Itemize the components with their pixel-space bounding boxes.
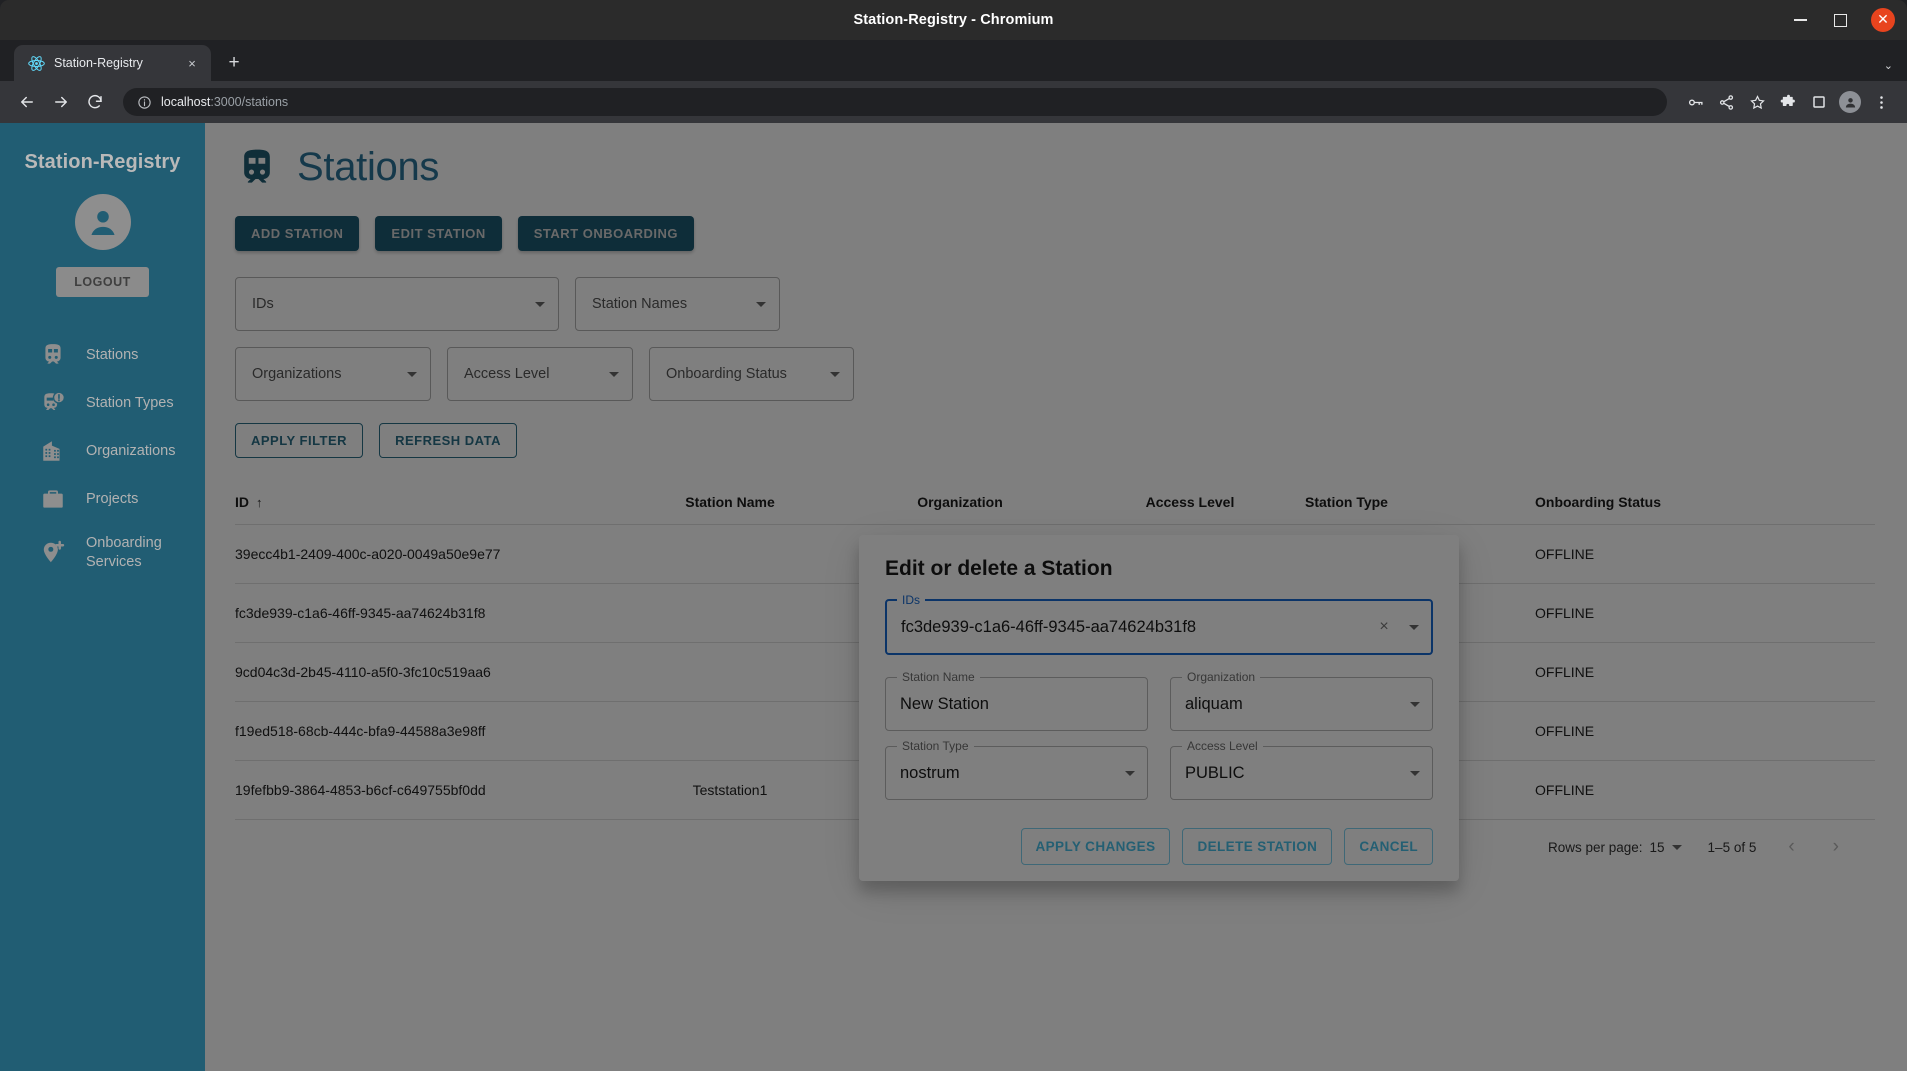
train-icon: [40, 342, 66, 368]
sidebar-item-label: Projects: [86, 490, 139, 507]
browser-window: Station-Registry - Chromium ✕ Station-Re…: [0, 0, 1907, 1071]
window-title: Station-Registry - Chromium: [853, 12, 1054, 28]
building-icon: [40, 438, 66, 464]
back-arrow-icon[interactable]: [12, 87, 42, 117]
sidebar-item-label: Organizations: [86, 442, 176, 459]
sidebar-brand: Station-Registry: [24, 151, 181, 173]
map-pin-plus-icon: [40, 540, 66, 566]
train-alert-icon: [40, 390, 66, 416]
page-viewport: Station-Registry LOGOUT Stations Station…: [0, 123, 1907, 1071]
sidebar-item-stations[interactable]: Stations: [0, 331, 205, 379]
sidebar-item-label: Station Types: [86, 394, 174, 411]
sidebar-item-label: Onboarding Services: [86, 535, 162, 570]
react-icon: [28, 55, 45, 72]
logout-button[interactable]: LOGOUT: [56, 267, 149, 297]
profile-avatar-icon[interactable]: [1836, 88, 1864, 116]
reload-icon[interactable]: [80, 87, 110, 117]
url-path: :3000/stations: [210, 95, 289, 109]
sidebar-item-projects[interactable]: Projects: [0, 475, 205, 523]
browser-tab[interactable]: Station-Registry ×: [14, 45, 211, 81]
tab-title: Station-Registry: [54, 56, 143, 70]
share-icon[interactable]: [1712, 88, 1740, 116]
address-bar-url: localhost:3000/stations: [161, 95, 288, 109]
extensions-puzzle-icon[interactable]: [1774, 88, 1802, 116]
minimize-icon[interactable]: [1791, 11, 1809, 29]
tab-close-icon[interactable]: ×: [183, 54, 201, 72]
sidebar-item-station-types[interactable]: Station Types: [0, 379, 205, 427]
sidebar-item-organizations[interactable]: Organizations: [0, 427, 205, 475]
url-host: localhost: [161, 95, 211, 109]
toolbar-actions: [1681, 88, 1895, 116]
sidebar-nav: Stations Station Types Organizations Pro…: [0, 331, 205, 583]
close-icon[interactable]: ✕: [1871, 8, 1895, 32]
sidebar-item-label: Stations: [86, 346, 139, 363]
window-titlebar: Station-Registry - Chromium ✕: [0, 0, 1907, 40]
briefcase-icon: [40, 486, 66, 512]
password-key-icon[interactable]: [1681, 88, 1709, 116]
sidebar: Station-Registry LOGOUT Stations Station…: [0, 123, 205, 1071]
address-bar[interactable]: localhost:3000/stations: [123, 88, 1667, 116]
tab-list-chevron-down-icon[interactable]: ⌄: [1884, 59, 1893, 72]
site-info-icon[interactable]: [137, 95, 152, 110]
side-panel-icon[interactable]: [1805, 88, 1833, 116]
sidebar-avatar: [74, 194, 131, 250]
main-content: Stations ADD STATION EDIT STATION START …: [205, 123, 1907, 1071]
new-tab-button[interactable]: +: [219, 48, 249, 78]
three-dot-menu-icon[interactable]: [1867, 88, 1895, 116]
forward-arrow-icon[interactable]: [46, 87, 76, 117]
tab-strip: Station-Registry × + ⌄: [0, 40, 1907, 81]
bookmark-star-icon[interactable]: [1743, 88, 1771, 116]
maximize-icon[interactable]: [1831, 11, 1849, 29]
avatar: [1839, 91, 1861, 113]
window-controls: ✕: [1791, 0, 1895, 40]
browser-toolbar: localhost:3000/stations: [0, 81, 1907, 123]
sidebar-item-onboarding-services[interactable]: Onboarding Services: [0, 523, 205, 583]
modal-overlay[interactable]: [205, 123, 1907, 1071]
